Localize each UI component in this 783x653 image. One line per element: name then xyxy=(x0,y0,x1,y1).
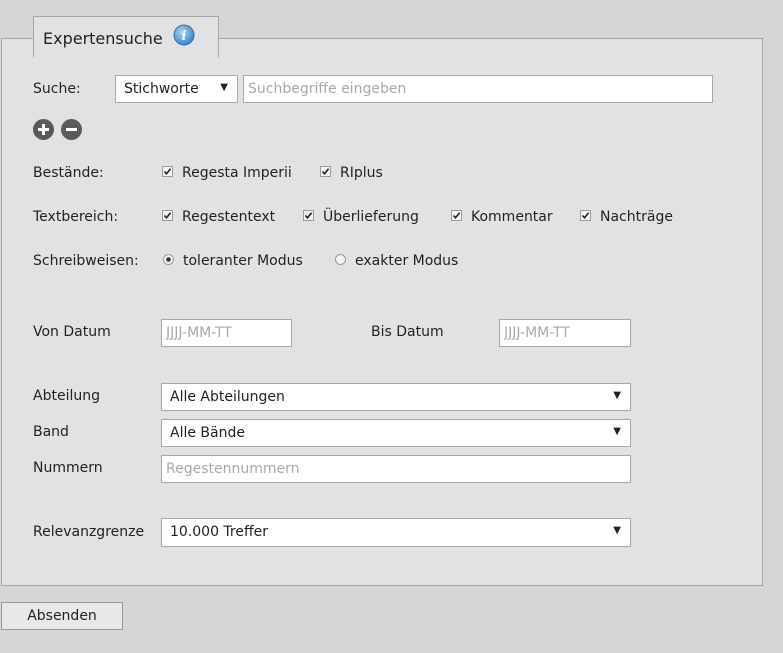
abteilung-value: Alle Abteilungen xyxy=(170,389,285,405)
from-date-label: Von Datum xyxy=(33,324,111,340)
add-row-button[interactable] xyxy=(33,119,54,140)
remove-row-button[interactable] xyxy=(61,119,82,140)
checkbox-ueberlieferung[interactable] xyxy=(303,210,314,221)
option-label: Regesta Imperii xyxy=(182,165,292,181)
checkbox-regestentext[interactable] xyxy=(162,210,173,221)
radio-exakter-modus[interactable] xyxy=(335,254,346,265)
expert-search-panel xyxy=(1,38,763,586)
band-value: Alle Bände xyxy=(170,425,245,441)
to-date-input[interactable] xyxy=(499,319,631,347)
nummern-input[interactable] xyxy=(161,455,631,483)
chevron-down-icon: ▼ xyxy=(220,82,228,93)
search-type-value: Stichworte xyxy=(124,81,199,97)
band-select[interactable]: Alle Bände ▼ xyxy=(161,419,631,447)
option-label: Kommentar xyxy=(471,209,553,225)
relevanz-label: Relevanzgrenze xyxy=(33,524,145,540)
chevron-down-icon: ▼ xyxy=(613,390,621,401)
checkbox-riplus[interactable] xyxy=(320,166,331,177)
abteilung-select[interactable]: Alle Abteilungen ▼ xyxy=(161,383,631,411)
option-label: exakter Modus xyxy=(355,253,459,269)
submit-button[interactable]: Absenden xyxy=(1,602,123,630)
svg-text:i: i xyxy=(182,29,187,44)
relevanz-select[interactable]: 10.000 Treffer ▼ xyxy=(161,518,631,547)
option-label: Regestentext xyxy=(182,209,276,225)
checkbox-regesta-imperii[interactable] xyxy=(162,166,173,177)
panel-title: Expertensuche xyxy=(43,29,163,48)
option-label: RIplus xyxy=(340,165,383,181)
bestaende-label: Bestände: xyxy=(33,165,104,181)
radio-toleranter-modus[interactable] xyxy=(163,254,174,265)
panel-legend: Expertensuche i xyxy=(33,16,219,58)
search-type-select[interactable]: Stichworte ▼ xyxy=(115,75,238,103)
search-input[interactable] xyxy=(243,75,713,103)
chevron-down-icon: ▼ xyxy=(613,426,621,437)
relevanz-value: 10.000 Treffer xyxy=(170,524,269,540)
chevron-down-icon: ▼ xyxy=(613,525,621,536)
abteilung-label: Abteilung xyxy=(33,388,100,404)
search-label: Suche: xyxy=(33,81,81,97)
option-label: Nachträge xyxy=(600,209,673,225)
nummern-label: Nummern xyxy=(33,460,103,476)
option-label: Überlieferung xyxy=(323,209,419,225)
schreibweisen-label: Schreibweisen: xyxy=(33,253,139,269)
info-icon[interactable]: i xyxy=(173,24,195,46)
from-date-input[interactable] xyxy=(161,319,292,347)
checkbox-nachtraege[interactable] xyxy=(580,210,591,221)
band-label: Band xyxy=(33,424,69,440)
textbereich-label: Textbereich: xyxy=(33,209,119,225)
checkbox-kommentar[interactable] xyxy=(451,210,462,221)
option-label: toleranter Modus xyxy=(183,253,303,269)
to-date-label: Bis Datum xyxy=(371,324,444,340)
